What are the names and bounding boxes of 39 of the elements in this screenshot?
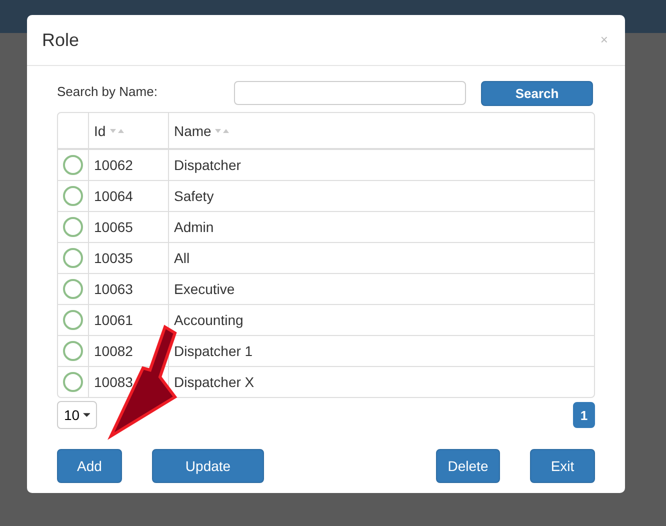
table-cell: 10035 (94, 250, 133, 266)
action-button[interactable]: Add (57, 449, 122, 483)
action-button[interactable]: Delete (436, 449, 500, 483)
search-field[interactable] (234, 81, 466, 105)
table-cell: 10062 (94, 157, 133, 173)
row-radio[interactable] (63, 248, 83, 268)
caret-icon (82, 412, 90, 418)
page-size-dropdown[interactable]: 10 (57, 401, 97, 429)
table-cell: 10063 (94, 281, 133, 297)
table-cell: Dispatcher (174, 157, 241, 173)
table-cell: 10065 (94, 219, 133, 235)
table-cell: All (174, 250, 190, 266)
row-radio[interactable] (63, 372, 83, 392)
table-cell: Accounting (174, 312, 244, 328)
table-cell: Dispatcher 1 (174, 343, 253, 359)
action-button[interactable]: Update (152, 449, 264, 483)
table-cell: Executive (174, 281, 235, 297)
table-cell: 10064 (94, 188, 133, 204)
column-header[interactable]: Name (174, 122, 212, 138)
page-button[interactable]: 1 (573, 402, 595, 428)
search-label: Search by Name: (57, 84, 158, 98)
row-radio[interactable] (63, 341, 83, 361)
table-cell: 10083 (94, 374, 133, 390)
action-button[interactable]: Exit (530, 449, 595, 483)
table-cell: 10061 (94, 312, 133, 328)
row-radio[interactable] (63, 217, 83, 237)
table-cell: Admin (174, 219, 214, 235)
row-radio[interactable] (63, 279, 83, 299)
row-radio[interactable] (63, 155, 83, 175)
table-cell: Dispatcher X (174, 374, 254, 390)
table-cell: Safety (174, 188, 214, 204)
table-cell: 10082 (94, 343, 133, 359)
dialog-title: Role (42, 30, 80, 50)
sort-icon[interactable] (110, 128, 124, 134)
row-radio[interactable] (63, 186, 83, 206)
column-header[interactable]: Id (94, 122, 106, 138)
search-button[interactable]: Search (481, 80, 593, 106)
row-radio[interactable] (63, 310, 83, 330)
sort-icon[interactable] (215, 128, 230, 134)
